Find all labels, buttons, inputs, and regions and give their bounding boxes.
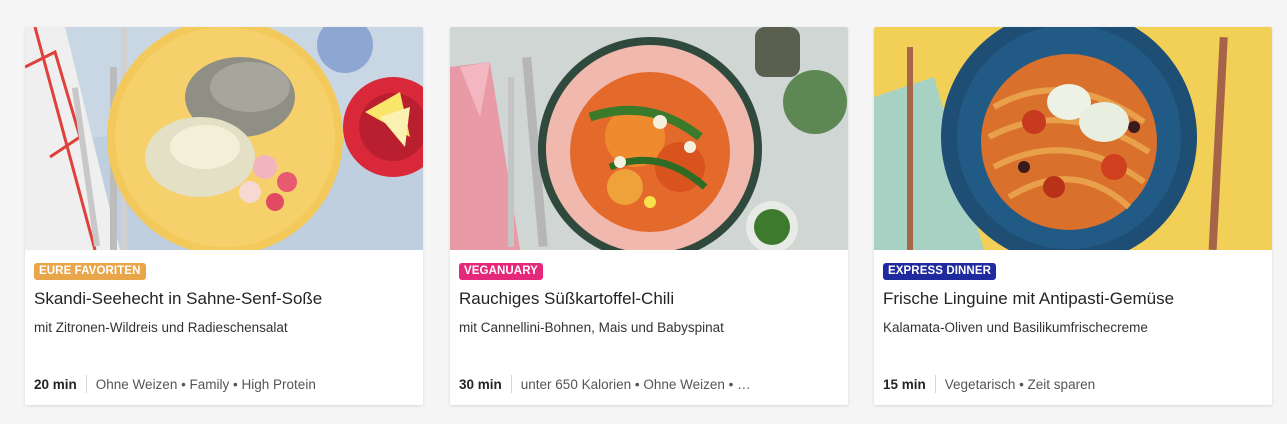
recipe-card[interactable]: EURE FAVORITEN Skandi-Seehecht in Sahne-… xyxy=(25,27,423,405)
recipe-meta: 15 min Vegetarisch • Zeit sparen xyxy=(883,375,1263,393)
recipe-title[interactable]: Skandi-Seehecht in Sahne-Senf-Soße xyxy=(34,289,414,309)
recipe-tags: unter 650 Kalorien • Ohne Weizen • … xyxy=(520,376,751,392)
recipe-image[interactable] xyxy=(450,27,848,250)
divider xyxy=(934,375,936,393)
divider xyxy=(85,375,87,393)
recipe-card[interactable]: EXPRESS DINNER Frische Linguine mit Anti… xyxy=(874,27,1272,405)
recipe-tags: Vegetarisch • Zeit sparen xyxy=(944,376,1096,392)
recipe-title[interactable]: Rauchiges Süßkartoffel-Chili xyxy=(459,289,839,309)
recipe-subtitle: mit Zitronen-Wildreis und Radieschensala… xyxy=(34,320,288,335)
recipe-title[interactable]: Frische Linguine mit Antipasti-Gemüse xyxy=(883,289,1263,309)
recipe-subtitle: mit Cannellini-Bohnen, Mais und Babyspin… xyxy=(459,320,724,335)
recipe-tag-badge: VEGANUARY xyxy=(459,263,543,280)
divider xyxy=(510,375,512,393)
recipe-image[interactable] xyxy=(874,27,1272,250)
recipe-tag-badge: EXPRESS DINNER xyxy=(883,263,997,280)
recipe-time: 15 min xyxy=(883,376,926,392)
recipe-meta: 30 min unter 650 Kalorien • Ohne Weizen … xyxy=(459,375,839,393)
recipe-time: 20 min xyxy=(34,376,77,392)
recipe-image[interactable] xyxy=(25,27,423,250)
recipe-time: 30 min xyxy=(459,376,502,392)
recipe-tags: Ohne Weizen • Family • High Protein xyxy=(95,376,316,392)
recipe-subtitle: Kalamata-Oliven und Basilikumfrischecrem… xyxy=(883,320,1148,335)
recipe-meta: 20 min Ohne Weizen • Family • High Prote… xyxy=(34,375,414,393)
recipe-card[interactable]: VEGANUARY Rauchiges Süßkartoffel-Chili m… xyxy=(450,27,848,405)
recipe-tag-badge: EURE FAVORITEN xyxy=(34,263,146,280)
